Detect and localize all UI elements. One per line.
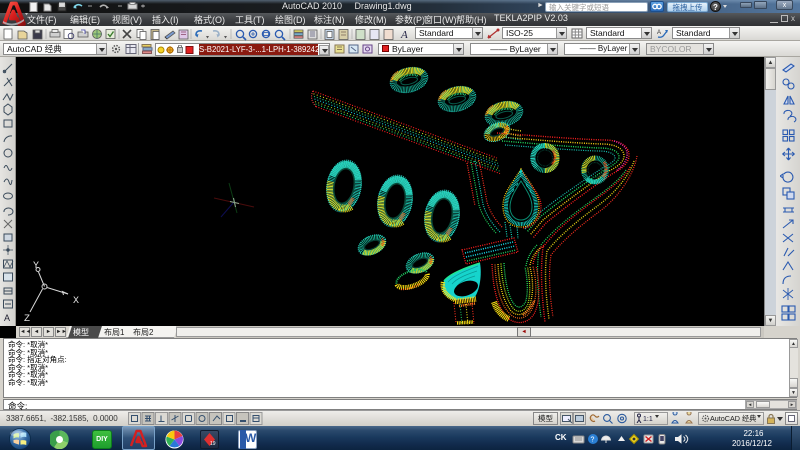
- svg-text:?: ?: [591, 437, 595, 444]
- svg-text:A: A: [657, 30, 661, 36]
- svg-text:A: A: [400, 29, 408, 40]
- svg-text:Z: Z: [24, 314, 30, 325]
- svg-text:Y: Y: [33, 261, 39, 272]
- svg-text:A: A: [4, 313, 10, 323]
- svg-text:X: X: [73, 296, 79, 307]
- svg-text:19: 19: [210, 441, 216, 447]
